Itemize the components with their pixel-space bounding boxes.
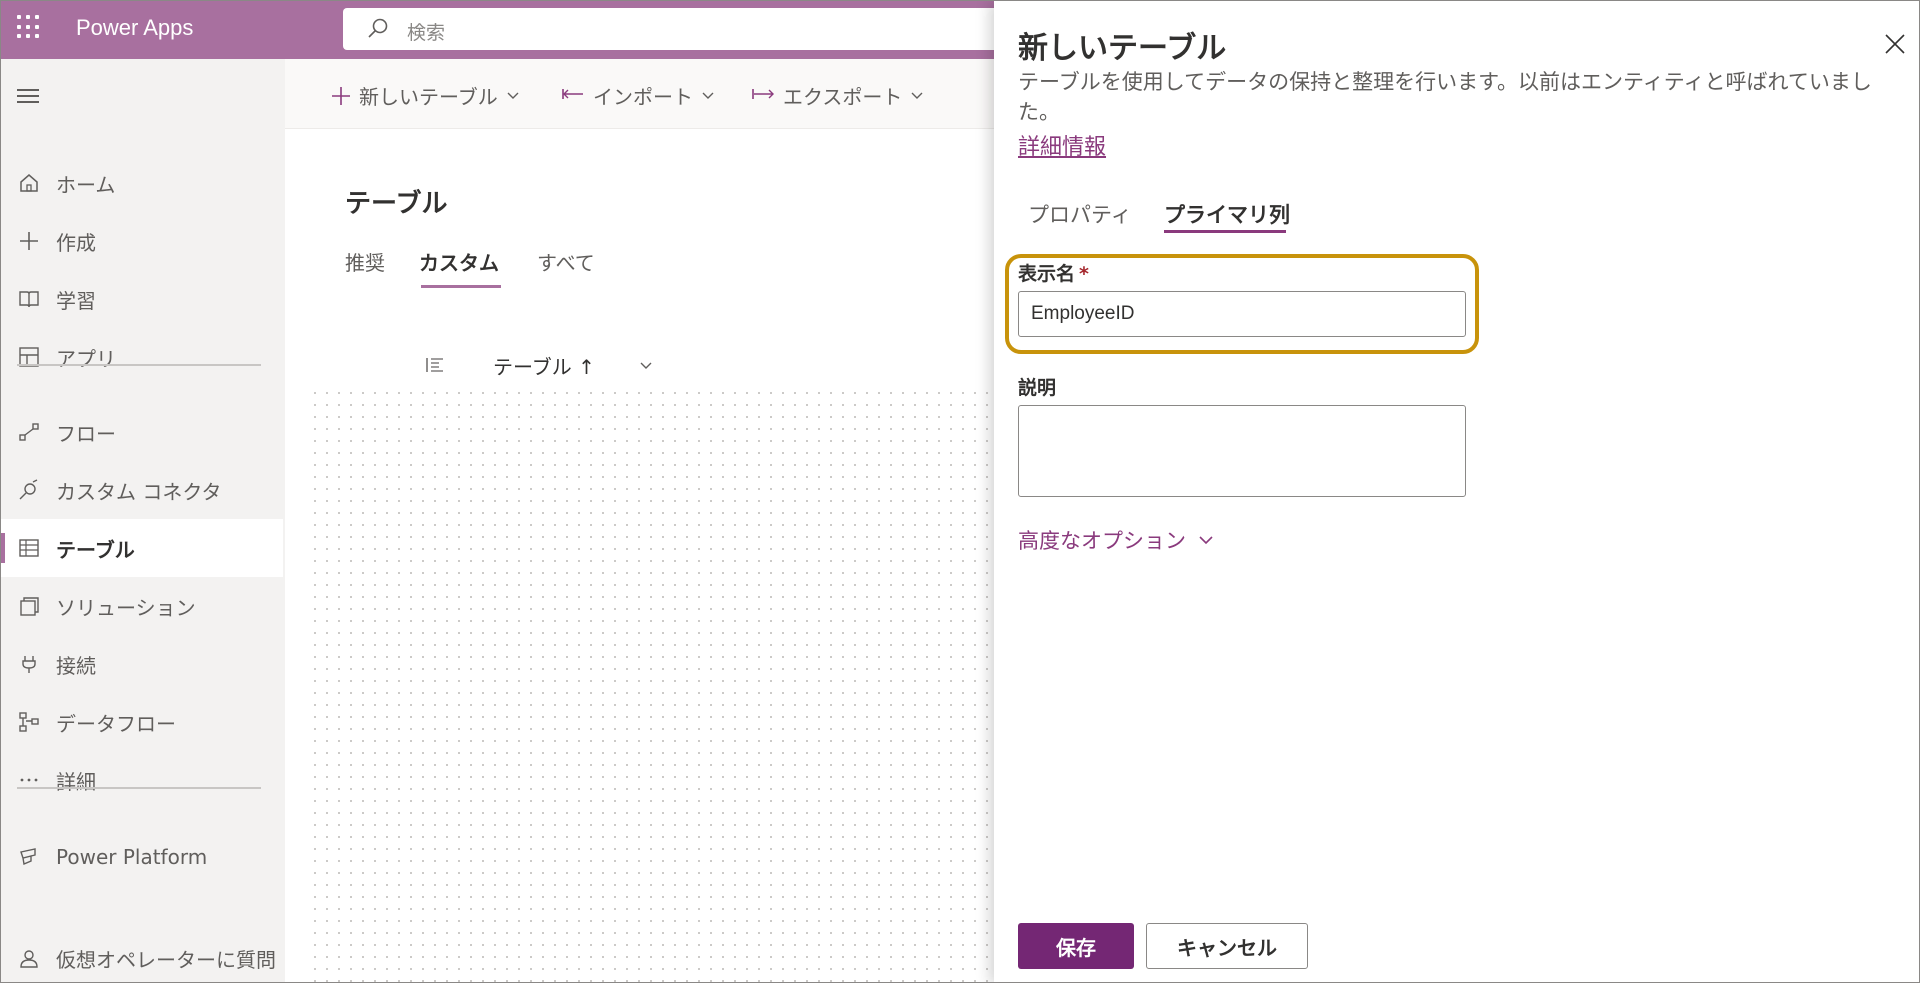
- new-table-panel: 新しいテーブル テーブルを使用してデータの保持と整理を行います。以前はエンティテ…: [994, 1, 1919, 982]
- sidebar-item-learn[interactable]: 学習: [1, 270, 283, 328]
- sidebar-item-solutions[interactable]: ソリューション: [1, 577, 283, 635]
- cancel-button[interactable]: キャンセル: [1146, 923, 1308, 969]
- save-button[interactable]: 保存: [1018, 923, 1134, 969]
- agent-icon: [17, 946, 41, 970]
- app-name[interactable]: Power Apps: [76, 15, 193, 41]
- sidebar-item-virtual-agent[interactable]: 仮想オペレーターに質問: [1, 929, 283, 982]
- sidebar-item-flow[interactable]: フロー: [1, 403, 283, 461]
- advanced-options-label: 高度なオプション: [1018, 529, 1186, 553]
- dataflow-icon: [17, 710, 41, 734]
- sidebar-item-apps[interactable]: アプリ: [1, 328, 283, 386]
- left-nav: ホーム 作成 学習 アプリ フロー カスタム コネクタ テーブル ソリューション…: [1, 59, 285, 982]
- tab-all[interactable]: すべて: [537, 247, 595, 276]
- power-platform-icon: [17, 845, 41, 869]
- export-label: エクスポート: [783, 85, 903, 109]
- panel-title: 新しいテーブル: [1018, 31, 1227, 66]
- sidebar-item-dataflows[interactable]: データフロー: [1, 693, 283, 751]
- sidebar-item-label: カスタム コネクタ: [56, 479, 222, 504]
- table-column-header[interactable]: テーブル ↑: [425, 355, 652, 379]
- sidebar-item-more[interactable]: 詳細: [1, 751, 283, 809]
- sidebar-item-label: ホーム: [56, 172, 116, 197]
- export-icon: [752, 88, 774, 99]
- solution-icon: [17, 594, 41, 618]
- page-title: テーブル: [345, 189, 448, 219]
- chevron-down-icon: [911, 92, 923, 99]
- sidebar-item-label: 学習: [56, 288, 96, 313]
- search-input[interactable]: 検索: [407, 18, 445, 45]
- import-button[interactable]: インポート: [561, 81, 715, 110]
- export-button[interactable]: エクスポート: [751, 81, 924, 110]
- sidebar-item-connections[interactable]: 接続: [1, 635, 283, 693]
- chevron-down-icon: [702, 92, 714, 99]
- sidebar-item-label: データフロー: [56, 711, 176, 736]
- sidebar-item-label: フロー: [56, 421, 116, 446]
- flow-icon: [17, 420, 41, 444]
- chevron-down-icon: [1199, 536, 1213, 545]
- sidebar-item-label: 詳細: [56, 769, 96, 794]
- column-header-label: テーブル ↑: [493, 354, 595, 379]
- sidebar-item-label: 仮想オペレーターに質問: [56, 947, 276, 972]
- sidebar-item-label: テーブル: [56, 537, 135, 562]
- panel-description: テーブルを使用してデータの保持と整理を行います。以前はエンティティと呼ばれていま…: [1018, 70, 1872, 124]
- nav-divider: [17, 364, 261, 366]
- required-marker: *: [1079, 263, 1089, 285]
- search-icon: [368, 18, 388, 38]
- tab-primary-column[interactable]: プライマリ列: [1164, 199, 1290, 229]
- app-window: Power Apps 検索 ホーム 作成 学習 アプリ フロー カスタム コネク…: [0, 0, 1920, 983]
- plug-icon: [17, 652, 41, 676]
- list-icon: [426, 358, 443, 372]
- hamburger-icon[interactable]: [17, 89, 39, 107]
- import-icon: [562, 88, 583, 99]
- sidebar-item-label: 作成: [56, 230, 96, 255]
- description-field[interactable]: [1018, 405, 1466, 497]
- tab-underline: [421, 285, 501, 288]
- tab-recommended[interactable]: 推奨: [345, 247, 385, 276]
- sidebar-item-label: Power Platform: [56, 845, 208, 869]
- tab-custom[interactable]: カスタム: [419, 247, 499, 276]
- sidebar-item-home[interactable]: ホーム: [1, 154, 283, 212]
- nav-divider: [17, 787, 261, 789]
- plus-icon: [17, 229, 41, 253]
- sidebar-item-label: 接続: [56, 653, 96, 678]
- description-label: 説明: [1018, 377, 1057, 399]
- new-table-button[interactable]: 新しいテーブル: [331, 81, 520, 110]
- waffle-icon[interactable]: [17, 15, 41, 39]
- learn-more-link[interactable]: 詳細情報: [1018, 129, 1106, 161]
- sidebar-item-label: アプリ: [56, 346, 116, 371]
- book-icon: [17, 287, 41, 311]
- display-name-label-text: 表示名: [1018, 263, 1076, 285]
- advanced-options-toggle[interactable]: 高度なオプション: [1018, 525, 1214, 555]
- import-label: インポート: [593, 85, 693, 109]
- chevron-down-icon: [640, 362, 652, 369]
- home-icon: [17, 171, 41, 195]
- close-icon[interactable]: [1882, 31, 1908, 57]
- sidebar-item-tables[interactable]: テーブル: [1, 519, 283, 577]
- sidebar-item-power-platform[interactable]: Power Platform: [1, 828, 283, 886]
- chevron-down-icon: [507, 92, 519, 99]
- tab-properties[interactable]: プロパティ: [1028, 199, 1132, 229]
- connector-icon: [17, 478, 41, 502]
- display-name-label: 表示名 *: [1018, 259, 1089, 286]
- sidebar-item-create[interactable]: 作成: [1, 212, 283, 270]
- sidebar-item-custom-connector[interactable]: カスタム コネクタ: [1, 461, 283, 519]
- plus-icon: [332, 86, 350, 105]
- table-icon: [17, 536, 41, 560]
- tab-underline: [1164, 230, 1286, 233]
- sidebar-item-label: ソリューション: [56, 595, 196, 620]
- display-name-field[interactable]: [1018, 291, 1466, 337]
- new-table-label: 新しいテーブル: [359, 85, 498, 109]
